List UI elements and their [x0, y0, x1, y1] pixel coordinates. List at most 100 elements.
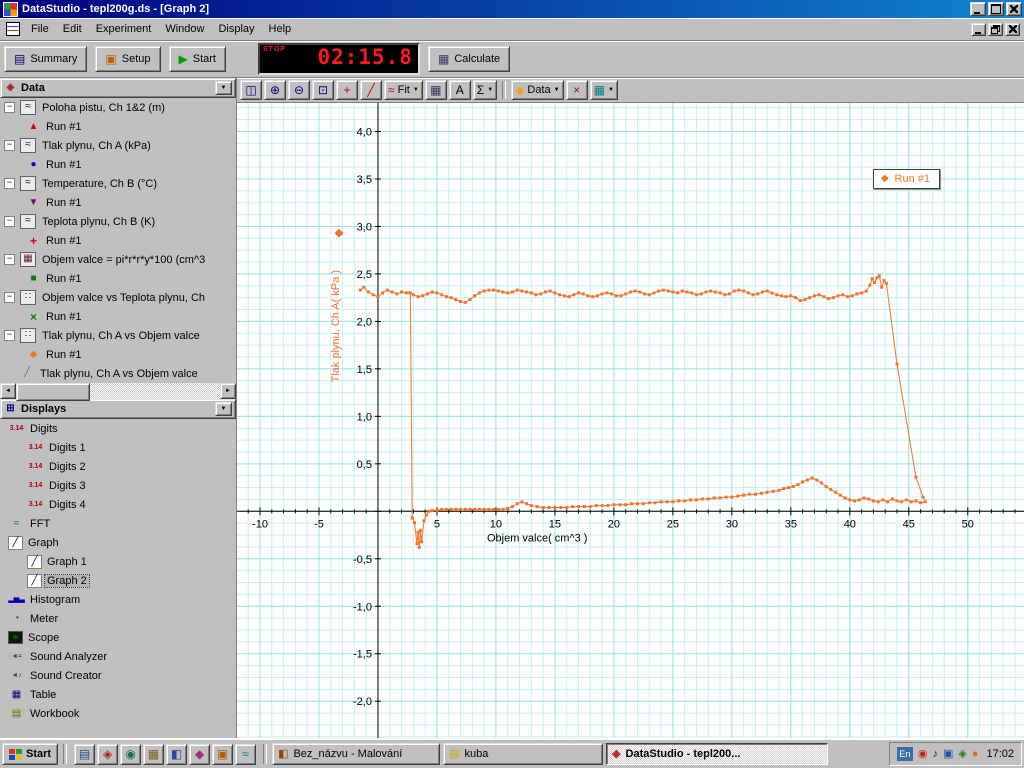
zoom-select-button[interactable]: ⊡	[312, 80, 334, 100]
display-settings-menu-button[interactable]: ▦ ▼	[589, 80, 618, 100]
data-item[interactable]: − ≈ Tlak plynu, Ch A (kPa)	[0, 136, 236, 155]
minimize-button[interactable]	[970, 2, 986, 16]
quick-launch-4[interactable]: ▦	[143, 743, 165, 765]
display-item-graph-1[interactable]: ╱ Graph 1	[0, 552, 236, 571]
display-item-digits-1[interactable]: 3.14 Digits 1	[0, 438, 236, 457]
start-menu-button[interactable]: Start	[2, 743, 59, 765]
task-datastudio[interactable]: ◈ DataStudio - tepl200...	[606, 743, 829, 765]
display-item-table[interactable]: ▦ Table	[0, 685, 236, 704]
scrollbar-track[interactable]	[16, 383, 220, 401]
quick-launch-8[interactable]: ≈	[235, 743, 257, 765]
tray-icon-5[interactable]: ●	[972, 748, 979, 760]
tray-icon-1[interactable]: ◉	[918, 748, 928, 760]
start-button[interactable]: ▶ Start	[168, 46, 226, 72]
collapse-toggle[interactable]: −	[4, 292, 15, 303]
keyboard-layout-indicator[interactable]: En	[896, 747, 913, 761]
display-item-label: Digits	[30, 422, 58, 435]
mdi-close-button[interactable]	[1005, 22, 1020, 36]
display-item-sound-creator[interactable]: ◄♪ Sound Creator	[0, 666, 236, 685]
menu-window[interactable]: Window	[158, 20, 211, 38]
data-item[interactable]: − ≈ Poloha pistu, Ch 1&2 (m)	[0, 98, 236, 117]
scale-to-fit-button[interactable]: ◫	[240, 80, 262, 100]
fit-menu-button[interactable]: ≈ Fit ▼	[384, 80, 423, 100]
run-item[interactable]: ▲ Run #1	[0, 117, 236, 136]
window-title: DataStudio - tepl200g.ds - [Graph 2]	[22, 3, 210, 15]
mdi-minimize-button[interactable]	[971, 22, 986, 36]
quick-launch-1[interactable]: ▤	[74, 743, 96, 765]
delete-button[interactable]: ×	[565, 80, 588, 100]
mdi-restore-button[interactable]	[988, 22, 1003, 36]
collapse-toggle[interactable]: −	[4, 216, 15, 227]
summary-button[interactable]: ▤ Summary	[4, 46, 88, 72]
run-item[interactable]: ◆ Run #1	[0, 345, 236, 364]
quick-launch-7[interactable]: ▣	[212, 743, 234, 765]
collapse-toggle[interactable]: −	[4, 254, 15, 265]
data-item[interactable]: − ▦ Objem valce = pi*r*r*y*100 (cm^3	[0, 250, 236, 269]
smart-tool-button[interactable]: +	[336, 80, 358, 100]
collapse-toggle[interactable]: −	[4, 140, 15, 151]
text-tool-button[interactable]: A	[448, 80, 471, 100]
data-item[interactable]: − ≈ Temperature, Ch B (°C)	[0, 174, 236, 193]
quick-launch-2[interactable]: ◈	[97, 743, 119, 765]
task-folder-kuba[interactable]: ▤ kuba	[443, 743, 604, 765]
menu-display[interactable]: Display	[211, 20, 261, 38]
data-item[interactable]: − ∷ Objem valce vs Teplota plynu, Ch	[0, 288, 236, 307]
run-item[interactable]: ▼ Run #1	[0, 193, 236, 212]
quick-launch-6[interactable]: ◆	[189, 743, 211, 765]
menu-edit[interactable]: Edit	[56, 20, 89, 38]
display-item-workbook[interactable]: ▤ Workbook	[0, 704, 236, 723]
display-item-graph[interactable]: ╱ Graph	[0, 533, 236, 552]
graph-plot[interactable]: -10 -5 5 10 15 20 25 30 35 40 45 50 4,0 3,5 3,0 2,5 2,0 1…	[237, 103, 1024, 738]
slope-tool-button[interactable]: ╱	[360, 80, 382, 100]
collapse-toggle[interactable]: −	[4, 178, 15, 189]
data-panel-menu-button[interactable]: ▼	[215, 81, 232, 95]
scroll-right-button[interactable]: ►	[220, 383, 236, 399]
menu-file[interactable]: File	[24, 20, 56, 38]
scrollbar-thumb[interactable]	[16, 383, 90, 401]
run-item[interactable]: × Run #1	[0, 307, 236, 326]
display-item-sound-analyzer[interactable]: ◄≈ Sound Analyzer	[0, 647, 236, 666]
statistics-menu-button[interactable]: Σ ▼	[472, 80, 498, 100]
data-panel-title: Data	[21, 82, 45, 94]
calculate-button[interactable]: ▦ Calculate	[427, 46, 511, 72]
menu-experiment[interactable]: Experiment	[89, 20, 159, 38]
run-item[interactable]: ● Run #1	[0, 155, 236, 174]
data-item[interactable]: − ∷ Tlak plynu, Ch A vs Objem valce	[0, 326, 236, 345]
data-menu-button[interactable]: ◆ Data ▼	[511, 80, 564, 100]
maximize-button[interactable]	[988, 2, 1004, 16]
display-item-digits-4[interactable]: 3.14 Digits 4	[0, 495, 236, 514]
display-item-digits-2[interactable]: 3.14 Digits 2	[0, 457, 236, 476]
setup-button[interactable]: ▣ Setup	[95, 46, 161, 72]
tray-icon-2[interactable]: ♪	[932, 748, 938, 760]
clock[interactable]: 17:02	[986, 748, 1014, 760]
collapse-toggle[interactable]: −	[4, 330, 15, 341]
zoom-in-button[interactable]: ⊕	[264, 80, 286, 100]
data-tree-scrollbar[interactable]: ◄ ►	[0, 383, 236, 401]
display-item-scope[interactable]: ≈ Scope	[0, 628, 236, 647]
data-item[interactable]: − ≈ Teplota plynu, Ch B (K)	[0, 212, 236, 231]
zoom-out-button[interactable]: ⊖	[288, 80, 310, 100]
tray-icon-3[interactable]: ▣	[943, 748, 953, 760]
run-item[interactable]: ■ Run #1	[0, 269, 236, 288]
close-button[interactable]	[1006, 2, 1022, 16]
datastudio-window: DataStudio - tepl200g.ds - [Graph 2] Fil…	[0, 0, 1024, 768]
graph-display[interactable]: -10 -5 5 10 15 20 25 30 35 40 45 50 4,0 3,5 3,0 2,5 2,0 1…	[237, 103, 1024, 738]
legend[interactable]: ◆ Run #1	[872, 169, 940, 189]
quick-launch-3[interactable]: ◉	[120, 743, 142, 765]
calculator-tool-button[interactable]: ▦	[424, 80, 447, 100]
display-item-digits-3[interactable]: 3.14 Digits 3	[0, 476, 236, 495]
display-item-graph-2[interactable]: ╱ Graph 2	[0, 571, 236, 590]
task-paint[interactable]: ◧ Bez_názvu - Malování	[272, 743, 441, 765]
scroll-left-button[interactable]: ◄	[0, 383, 16, 399]
display-item-digits[interactable]: 3.14 Digits	[0, 419, 236, 438]
run-item[interactable]: + Run #1	[0, 231, 236, 250]
data-item[interactable]: ╱ Tlak plynu, Ch A vs Objem valce	[0, 364, 236, 383]
display-item-meter[interactable]: ◔ Meter	[0, 609, 236, 628]
displays-panel-menu-button[interactable]: ▼	[215, 402, 232, 416]
collapse-toggle[interactable]: −	[4, 102, 15, 113]
quick-launch-5[interactable]: ◧	[166, 743, 188, 765]
display-item-fft[interactable]: ≈ FFT	[0, 514, 236, 533]
display-item-histogram[interactable]: ▂▅▃ Histogram	[0, 590, 236, 609]
menu-help[interactable]: Help	[262, 20, 299, 38]
tray-icon-4[interactable]: ◈	[958, 748, 966, 760]
